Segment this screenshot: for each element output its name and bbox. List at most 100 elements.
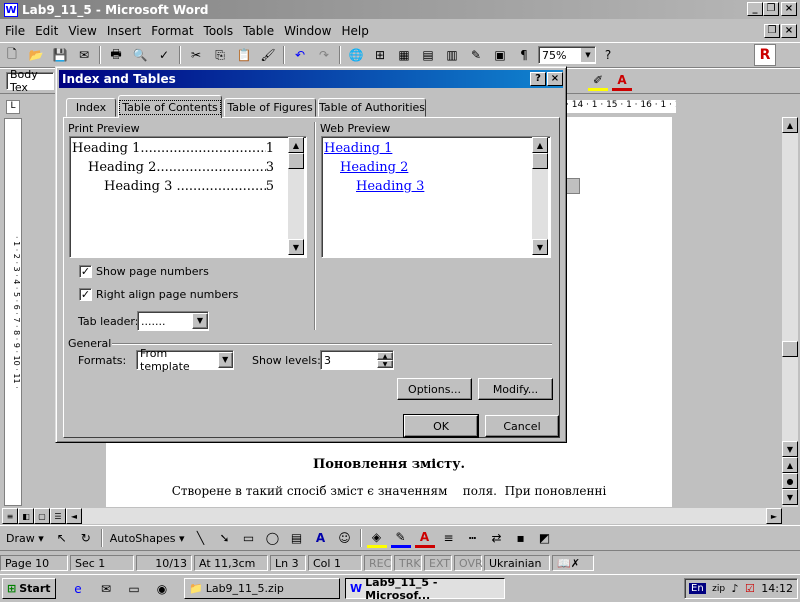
line-icon[interactable]: ╲: [191, 528, 211, 548]
check-icon[interactable]: ☑: [745, 582, 755, 595]
columns-icon[interactable]: ▥: [442, 45, 462, 65]
drawing-icon[interactable]: ✎: [466, 45, 486, 65]
paste-icon[interactable]: 📋: [234, 45, 254, 65]
dialog-help-button[interactable]: ?: [530, 72, 546, 86]
draw-menu[interactable]: Draw ▾: [0, 532, 50, 545]
taskbar-zip-item[interactable]: 📁 Lab9_11_5.zip: [184, 578, 340, 599]
cancel-button[interactable]: Cancel: [485, 415, 559, 437]
menu-help[interactable]: Help: [336, 24, 373, 38]
print-preview-scrollbar[interactable]: ▲ ▼: [288, 137, 304, 255]
free-rotate-icon[interactable]: ↻: [76, 528, 96, 548]
tab-index[interactable]: Index: [66, 98, 116, 117]
right-align-checkbox[interactable]: ✓: [79, 288, 92, 301]
arrow-icon[interactable]: ➘: [215, 528, 235, 548]
clock[interactable]: 14:12: [761, 582, 793, 595]
doc-restore-button[interactable]: ❐: [764, 24, 780, 38]
print-layout-icon[interactable]: ▢: [34, 508, 50, 524]
outline-view-icon[interactable]: ☰: [50, 508, 66, 524]
zoom-dropdown[interactable]: 75% ▼: [538, 46, 596, 64]
save-icon[interactable]: 💾: [50, 45, 70, 65]
tab-table-of-contents[interactable]: Table of Contents: [118, 95, 222, 118]
tables-borders-icon[interactable]: ⊞: [370, 45, 390, 65]
format-painter-icon[interactable]: 🖌: [258, 45, 278, 65]
ok-button[interactable]: OK: [404, 415, 478, 437]
close-button[interactable]: ×: [781, 2, 797, 16]
menu-window[interactable]: Window: [279, 24, 336, 38]
fill-color-icon[interactable]: ◈: [366, 528, 387, 548]
undo-icon[interactable]: ↶: [290, 45, 310, 65]
font-color-icon[interactable]: A: [612, 71, 632, 91]
email-icon[interactable]: ✉: [74, 45, 94, 65]
scroll-up-icon[interactable]: ▲: [532, 137, 548, 153]
hyperlink-icon[interactable]: 🌐: [346, 45, 366, 65]
status-ovr[interactable]: OVR: [454, 555, 483, 571]
new-doc-icon[interactable]: 🗋: [2, 45, 22, 65]
language-indicator[interactable]: En: [689, 583, 706, 594]
volume-icon[interactable]: ♪: [731, 582, 738, 595]
autoshapes-menu[interactable]: AutoShapes ▾: [106, 532, 189, 545]
arrow-style-icon[interactable]: ⇄: [487, 528, 507, 548]
tab-leader-dropdown[interactable]: ....... ▼: [137, 311, 209, 331]
redo-icon[interactable]: ↷: [314, 45, 334, 65]
minimize-button[interactable]: _: [747, 2, 763, 16]
tab-table-of-authorities[interactable]: Table of Authorities: [318, 98, 426, 117]
textbox-icon[interactable]: ▤: [287, 528, 307, 548]
horizontal-scrollbar-track[interactable]: [82, 508, 766, 524]
menu-tools[interactable]: Tools: [199, 24, 239, 38]
start-button[interactable]: ⊞ Start: [2, 578, 56, 599]
restore-button[interactable]: ❐: [763, 2, 779, 16]
taskbar-word-item[interactable]: W Lab9_11_5 - Microsof...: [345, 576, 505, 602]
vertical-ruler[interactable]: · 1 · 2 · 3 · 4 · 5 · 6 · 7 · 8 · 9 · 10…: [4, 118, 22, 506]
doc-close-button[interactable]: ×: [781, 24, 797, 38]
prev-page-icon[interactable]: ▲: [782, 457, 798, 473]
highlight-icon[interactable]: ✐: [588, 71, 608, 91]
3d-icon[interactable]: ◩: [535, 528, 555, 548]
insert-excel-icon[interactable]: ▤: [418, 45, 438, 65]
scroll-down-icon[interactable]: ▼: [532, 239, 548, 255]
cut-icon[interactable]: ✂: [186, 45, 206, 65]
clipart-icon[interactable]: ☺: [335, 528, 355, 548]
status-trk[interactable]: TRK: [394, 555, 422, 571]
spelling-icon[interactable]: ✓: [154, 45, 174, 65]
menu-format[interactable]: Format: [146, 24, 198, 38]
line-color-icon[interactable]: ✎: [390, 528, 411, 548]
help-icon[interactable]: ?: [598, 45, 618, 65]
scroll-up-icon[interactable]: ▲: [782, 117, 798, 133]
tab-table-of-figures[interactable]: Table of Figures: [224, 98, 316, 117]
draw-font-color-icon[interactable]: A: [414, 528, 435, 548]
scroll-thumb[interactable]: [782, 341, 798, 357]
spin-up-icon[interactable]: ▲: [377, 352, 393, 360]
menu-insert[interactable]: Insert: [102, 24, 146, 38]
formats-dropdown[interactable]: From template ▼: [136, 347, 234, 373]
scroll-thumb[interactable]: [288, 153, 304, 169]
dash-style-icon[interactable]: ┅: [463, 528, 483, 548]
open-icon[interactable]: 📂: [26, 45, 46, 65]
style-dropdown[interactable]: Body Tex: [6, 68, 54, 94]
print-icon[interactable]: 🖶: [106, 45, 126, 65]
menu-table[interactable]: Table: [238, 24, 279, 38]
menu-edit[interactable]: Edit: [30, 24, 63, 38]
scroll-right-icon[interactable]: ►: [766, 508, 782, 524]
modify-button[interactable]: Modify...: [478, 378, 553, 400]
right-align-option[interactable]: ✓ Right align page numbers: [79, 288, 238, 301]
spelling-status-icon[interactable]: 📖✗: [552, 555, 594, 571]
web-entry-1[interactable]: Heading 1: [324, 141, 392, 156]
options-button[interactable]: Options...: [397, 378, 472, 400]
show-hide-icon[interactable]: ¶: [514, 45, 534, 65]
line-style-icon[interactable]: ≡: [439, 528, 459, 548]
web-preview-scrollbar[interactable]: ▲ ▼: [532, 137, 548, 255]
select-browse-object-icon[interactable]: ●: [782, 473, 798, 489]
wordart-icon[interactable]: A: [311, 528, 331, 548]
scroll-up-icon[interactable]: ▲: [288, 137, 304, 153]
tab-stop-selector[interactable]: L: [6, 100, 20, 114]
addin-r-icon[interactable]: R: [754, 44, 776, 66]
menu-view[interactable]: View: [63, 24, 101, 38]
document-map-icon[interactable]: ▣: [490, 45, 510, 65]
insert-table-icon[interactable]: ▦: [394, 45, 414, 65]
oval-icon[interactable]: ◯: [263, 528, 283, 548]
scroll-down-icon[interactable]: ▼: [288, 239, 304, 255]
shadow-icon[interactable]: ▪: [511, 528, 531, 548]
show-page-numbers-checkbox[interactable]: ✓: [79, 265, 92, 278]
next-page-icon[interactable]: ▼: [782, 489, 798, 505]
show-page-numbers-option[interactable]: ✓ Show page numbers: [79, 265, 209, 278]
